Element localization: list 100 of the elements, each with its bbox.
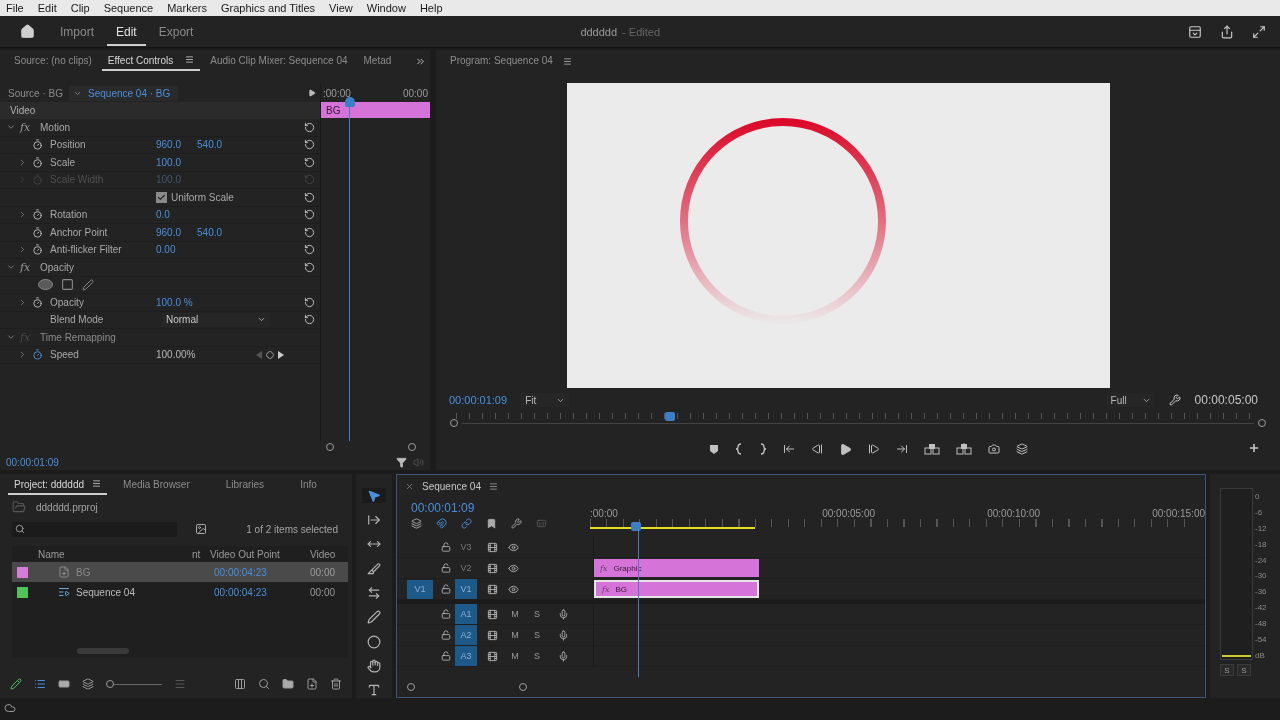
nest-icon[interactable] [411,518,422,529]
property-value[interactable]: 960.0 [156,226,182,238]
solo-button[interactable]: S [1220,664,1234,676]
lock-icon[interactable] [441,609,451,619]
track-target[interactable]: A1 [455,604,477,624]
marker-icon[interactable] [486,518,497,529]
stopwatch-icon[interactable] [32,244,43,256]
wrench-icon[interactable] [1168,394,1181,406]
menu-item[interactable]: Markers [167,2,207,14]
menu-item[interactable]: Graphics and Titles [220,2,316,14]
property-value[interactable]: 0.00 [156,244,176,256]
track-target[interactable]: A2 [455,625,477,645]
step-forward-icon[interactable] [867,443,880,455]
lock-icon[interactable] [441,630,451,640]
property-value[interactable]: 100.0 [156,156,182,168]
pencil-icon[interactable] [10,678,22,690]
sync-icon[interactable] [487,562,498,574]
new-bin-icon[interactable] [282,678,294,690]
ellipse-mask-icon[interactable] [38,279,53,291]
panel-tab[interactable]: Source: (no clips) [8,51,98,71]
menu-icon[interactable] [488,481,498,491]
icon-view-icon[interactable] [58,678,70,690]
sync-icon[interactable] [487,583,498,595]
panel-icon[interactable] [1188,24,1202,39]
menu-item[interactable]: Help [419,2,443,14]
fullscreen-icon[interactable] [1252,24,1266,39]
snap-icon[interactable] [436,518,447,529]
chevron-icon[interactable] [18,350,27,360]
checkbox[interactable] [156,191,167,203]
playhead[interactable] [631,522,641,531]
panel-tab[interactable]: Program: Sequence 04 [444,51,559,71]
insert-icon[interactable] [923,443,940,455]
panel-tab[interactable]: Audio Clip Mixer: Sequence 04 [204,51,354,71]
marker-icon[interactable] [708,443,719,455]
camera-icon[interactable] [987,443,1000,455]
scrollbar[interactable] [77,648,129,654]
property-value[interactable]: 960.0 [156,139,182,151]
solo-button[interactable]: S [526,609,548,619]
clip-bar[interactable]: BG [321,102,430,118]
chevron-icon[interactable] [18,210,27,220]
search-icon[interactable] [258,678,270,690]
project-item-row[interactable]: BG 00:00:04:23 00:00 [12,562,348,582]
sequence-clip-selector[interactable]: Sequence 04 · BG [69,85,179,101]
trash-icon[interactable] [330,678,342,690]
menu-icon[interactable] [562,56,572,66]
brace-icon[interactable] [734,443,743,455]
compare-icon[interactable] [1015,443,1028,455]
mic-icon[interactable] [558,650,569,662]
eye-icon[interactable] [508,541,519,553]
rectangle-mask-icon[interactable] [61,278,74,292]
property-value[interactable]: 540.0 [197,226,223,238]
project-item-row[interactable]: Sequence 04 00:00:04:23 00:00 [12,582,348,602]
stopwatch-icon[interactable] [32,226,43,238]
brace-icon[interactable] [758,443,767,455]
eye-icon[interactable] [508,562,519,574]
freeform-view-icon[interactable] [82,678,94,690]
cloud-icon[interactable] [4,702,16,714]
mic-icon[interactable] [558,629,569,641]
workspace-tab[interactable]: Import [51,17,103,46]
panel-tab[interactable]: Info [294,475,323,495]
panel-tab[interactable]: Project: dddddd [8,475,108,495]
play-icon[interactable] [308,89,316,97]
workspace-tab[interactable]: Edit [107,17,146,46]
automate-icon[interactable] [234,678,246,690]
pen-icon[interactable] [82,278,94,291]
menu-item[interactable]: Edit [37,2,57,14]
sync-icon[interactable] [487,629,498,641]
panel-tab[interactable]: Libraries [219,475,271,495]
sync-icon[interactable] [487,650,498,662]
lock-icon[interactable] [441,542,451,552]
close-icon[interactable] [405,481,414,491]
source-patch[interactable]: V1 [407,579,433,599]
menu-item[interactable]: Clip [70,2,90,14]
slider-thumb[interactable] [106,680,114,688]
selection-tool-icon[interactable] [362,488,386,504]
property-value[interactable]: 0.0 [156,209,170,221]
sequence-tab[interactable]: Sequence 04 [422,480,481,492]
share-icon[interactable] [1220,24,1234,39]
add-button-icon[interactable] [1248,442,1260,454]
mute-button[interactable]: M [504,630,526,640]
keyframe-navigator-icon[interactable] [256,350,284,359]
stopwatch-icon[interactable] [32,209,43,221]
workspace-tab[interactable]: Export [149,17,203,46]
play-icon[interactable] [838,442,852,456]
solo-button[interactable]: S [1237,664,1251,676]
menu-item[interactable]: Window [366,2,406,14]
stopwatch-icon[interactable] [32,296,43,308]
clip[interactable]: fx BG [594,580,759,598]
property-value[interactable]: 540.0 [197,139,223,151]
panel-tab[interactable]: Effect Controls [101,51,201,71]
lock-icon[interactable] [441,563,451,573]
home-icon[interactable] [20,24,35,39]
menu-item[interactable]: File [6,2,24,14]
step-back-icon[interactable] [810,443,823,455]
new-item-icon[interactable] [306,678,318,690]
mic-icon[interactable] [558,608,569,620]
overwrite-icon[interactable] [955,443,972,455]
property-value[interactable]: 100.0 % [156,296,193,308]
chevron-icon[interactable] [18,157,27,167]
chevron-icon[interactable] [18,297,27,307]
